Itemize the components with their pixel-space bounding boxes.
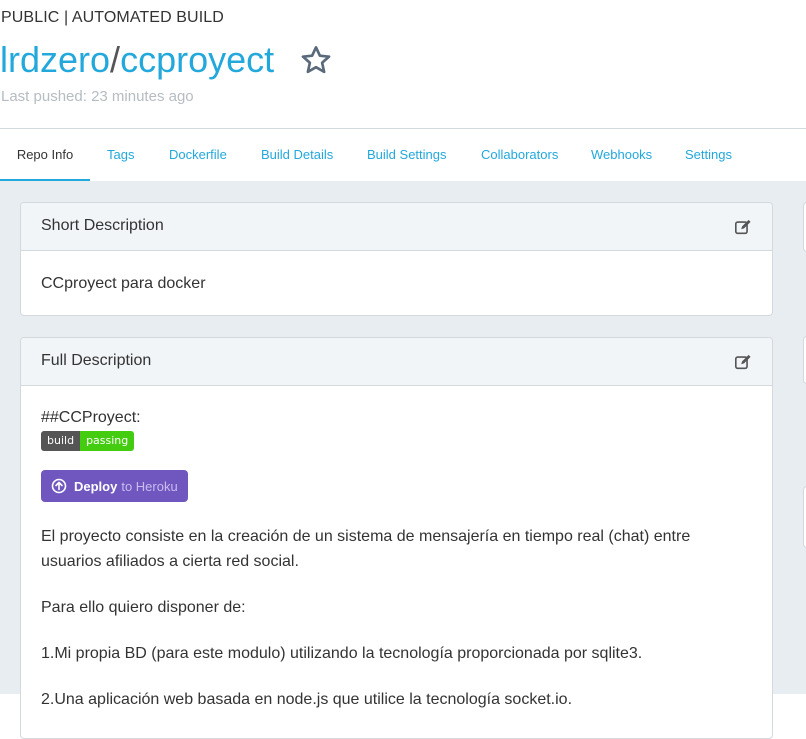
repo-visibility-label: PUBLIC | AUTOMATED BUILD (1, 9, 224, 26)
short-description-body: CCproyect para docker (21, 251, 772, 315)
short-description-title: Short Description (41, 217, 164, 234)
deploy-to-heroku-button[interactable]: Deploy to Heroku (41, 470, 188, 502)
tab-build-details[interactable]: Build Details (261, 129, 333, 180)
tab-dockerfile[interactable]: Dockerfile (169, 129, 227, 180)
full-description-panel: Full Description ##CCProyect: build pass… (20, 337, 773, 739)
short-description-text: CCproyect para docker (41, 275, 206, 292)
edit-icon[interactable] (734, 353, 752, 371)
star-icon[interactable] (300, 44, 332, 76)
upload-circle-icon (51, 478, 67, 494)
edit-icon[interactable] (734, 218, 752, 236)
repo-title-separator: / (110, 39, 121, 80)
last-pushed-text: Last pushed: 23 minutes ago (1, 88, 194, 105)
badge-status: passing (80, 431, 135, 451)
readme-paragraph: El proyecto consiste en la creación de u… (41, 528, 691, 570)
build-status-badge[interactable]: build passing (41, 431, 135, 451)
deploy-target-label: to Heroku (121, 478, 178, 494)
full-description-header: Full Description (21, 338, 772, 386)
tab-collaborators[interactable]: Collaborators (481, 129, 558, 180)
tab-repo-info[interactable]: Repo Info (0, 129, 90, 181)
badge-label: build (41, 431, 81, 451)
tab-tags[interactable]: Tags (107, 129, 134, 180)
tab-webhooks[interactable]: Webhooks (591, 129, 652, 180)
full-description-body: ##CCProyect: build passing Deploy to Her… (21, 386, 772, 732)
short-description-header: Short Description (21, 203, 772, 251)
repo-title: lrdzero/ccproyect (0, 38, 274, 82)
repo-tabs: Repo Info Tags Dockerfile Build Details … (0, 128, 806, 181)
repo-header: PUBLIC | AUTOMATED BUILD lrdzero/ccproye… (0, 0, 806, 128)
readme-paragraph: 1.Mi propia BD (para este modulo) utiliz… (41, 645, 643, 662)
short-description-panel: Short Description CCproyect para docker (20, 202, 773, 316)
readme-paragraph: 2.Una aplicación web basada en node.js q… (41, 691, 573, 708)
repo-owner-link[interactable]: lrdzero (0, 39, 110, 80)
deploy-label: Deploy (74, 478, 118, 494)
tab-build-settings[interactable]: Build Settings (367, 129, 447, 180)
full-description-title: Full Description (41, 352, 152, 369)
readme-paragraph: Para ello quiero disponer de: (41, 599, 246, 616)
repo-name-link[interactable]: ccproyect (120, 39, 274, 80)
main-content: Short Description CCproyect para docker … (0, 181, 806, 739)
tab-settings[interactable]: Settings (685, 129, 732, 180)
readme-heading: ##CCProyect: (41, 409, 141, 426)
